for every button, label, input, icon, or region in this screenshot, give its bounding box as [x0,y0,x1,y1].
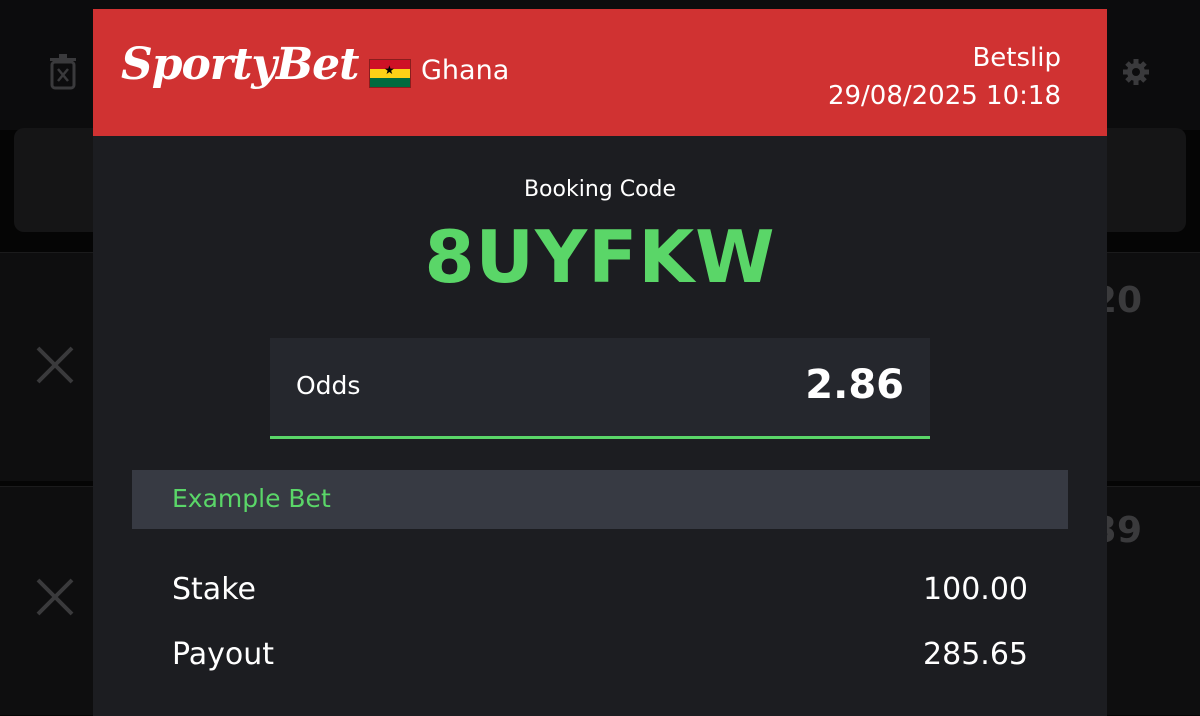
trash-icon[interactable] [48,52,78,90]
betslip-meta: Betslip 29/08/2025 10:18 [828,39,1061,115]
betslip-datetime: 29/08/2025 10:18 [827,81,1061,111]
stake-label: Stake [172,572,256,607]
ghana-flag-icon: ★ [369,59,411,88]
odds-value: 2.86 [805,362,904,408]
betslip-header: SportyBet ★ Ghana Betslip 29/08/2025 10:… [93,9,1107,136]
payout-value: 285.65 [923,637,1028,672]
betslip-card: SportyBet ★ Ghana Betslip 29/08/2025 10:… [93,9,1107,716]
example-bet-bar: Example Bet [132,470,1068,529]
stake-value: 100.00 [923,572,1028,607]
payout-label: Payout [172,637,275,672]
screen: 20 39 SportyBet ★ Ghana Betslip 29/08/20… [0,0,1200,716]
close-icon[interactable] [34,344,76,386]
booking-code-label: Booking Code [523,177,677,202]
betslip-title: Betslip [972,43,1061,73]
brand-logo: SportyBet [121,39,359,90]
payout-row: Payout 285.65 [172,637,1028,677]
close-icon[interactable] [34,576,76,618]
stake-row: Stake 100.00 [172,572,1028,612]
odds-label: Odds [296,371,361,400]
odds-box: Odds 2.86 [270,338,930,439]
example-bet-label: Example Bet [172,484,331,513]
booking-code: 8UYFKW [424,215,776,299]
gear-icon[interactable] [1120,56,1152,88]
country-label: Ghana [421,55,510,86]
